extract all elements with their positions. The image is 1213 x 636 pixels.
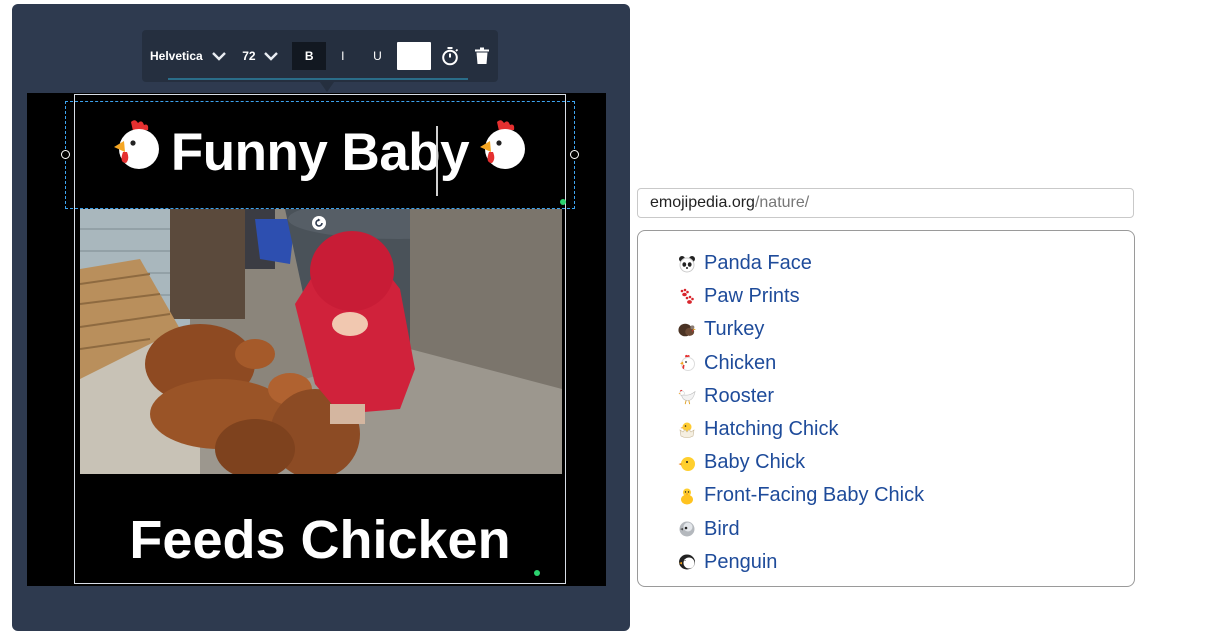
caption-corner-dot[interactable] [560, 199, 566, 205]
front-facing-baby-chick-icon [678, 487, 696, 505]
turkey-icon [678, 321, 696, 339]
emoji-link-bird[interactable]: Bird [678, 513, 1134, 546]
baby-chick-icon [678, 454, 696, 472]
resize-handle-right[interactable] [570, 150, 579, 159]
rotate-icon[interactable] [312, 216, 326, 230]
bold-button[interactable]: B [292, 42, 327, 70]
emoji-label: Bird [704, 517, 740, 540]
url-host: emojipedia.org [650, 194, 755, 211]
stopwatch-icon[interactable] [433, 46, 467, 66]
emoji-list-panel: Panda Face Paw Prints Turkey Chicken Roo… [637, 230, 1135, 587]
address-bar[interactable]: emojipedia.org/nature/ [637, 188, 1134, 218]
emoji-link-penguin[interactable]: Penguin [678, 546, 1134, 579]
font-family-select[interactable]: Helvetica [150, 49, 209, 63]
hatching-chick-icon [678, 421, 696, 439]
panda-face-icon [678, 255, 696, 273]
penguin-icon [678, 553, 696, 571]
emoji-link-hatching-chick[interactable]: Hatching Chick [678, 413, 1134, 446]
emoji-link-rooster[interactable]: Rooster [678, 380, 1134, 413]
emoji-label: Baby Chick [704, 451, 806, 474]
emoji-link-paw-prints[interactable]: Paw Prints [678, 280, 1134, 313]
rooster-icon [678, 387, 696, 405]
italic-button[interactable]: I [326, 49, 360, 63]
emoji-link-turkey[interactable]: Turkey [678, 313, 1134, 346]
emoji-link-panda-face[interactable]: Panda Face [678, 247, 1134, 280]
font-family-chevron-down-icon[interactable] [209, 51, 229, 61]
emoji-label: Penguin [704, 550, 778, 573]
toolbar-accent-line [168, 78, 468, 80]
frame-corner-dot[interactable] [534, 570, 540, 576]
trash-icon[interactable] [466, 47, 498, 65]
emoji-label: Rooster [704, 384, 775, 407]
emoji-label: Front-Facing Baby Chick [704, 484, 925, 507]
emoji-label: Chicken [704, 351, 777, 374]
caption-selection-box[interactable] [65, 101, 575, 209]
font-size-select[interactable]: 72 [237, 49, 261, 63]
text-toolbar: Helvetica 72 B I U [142, 30, 498, 92]
emoji-label: Paw Prints [704, 285, 800, 308]
emoji-label: Panda Face [704, 252, 812, 275]
paw-prints-icon [678, 288, 696, 306]
meme-editor: Helvetica 72 B I U Funny Baby Feeds Chic… [12, 4, 630, 631]
url-path: /nature/ [754, 194, 810, 211]
text-color-swatch[interactable] [397, 42, 431, 70]
emoji-label: Turkey [704, 318, 765, 341]
underline-button[interactable]: U [360, 49, 396, 63]
font-size-chevron-down-icon[interactable] [261, 51, 281, 61]
emoji-link-front-facing-baby-chick[interactable]: Front-Facing Baby Chick [678, 479, 1134, 512]
emoji-link-chicken[interactable]: Chicken [678, 347, 1134, 380]
emoji-link-baby-chick[interactable]: Baby Chick [678, 446, 1134, 479]
emoji-list: Panda Face Paw Prints Turkey Chicken Roo… [638, 231, 1134, 579]
meme-canvas[interactable]: Funny Baby Feeds Chicken [27, 93, 606, 586]
chicken-icon [678, 354, 696, 372]
bottom-caption[interactable]: Feeds Chicken [74, 505, 566, 575]
emoji-label: Hatching Chick [704, 418, 839, 441]
resize-handle-left[interactable] [61, 150, 70, 159]
bird-icon [678, 520, 696, 538]
